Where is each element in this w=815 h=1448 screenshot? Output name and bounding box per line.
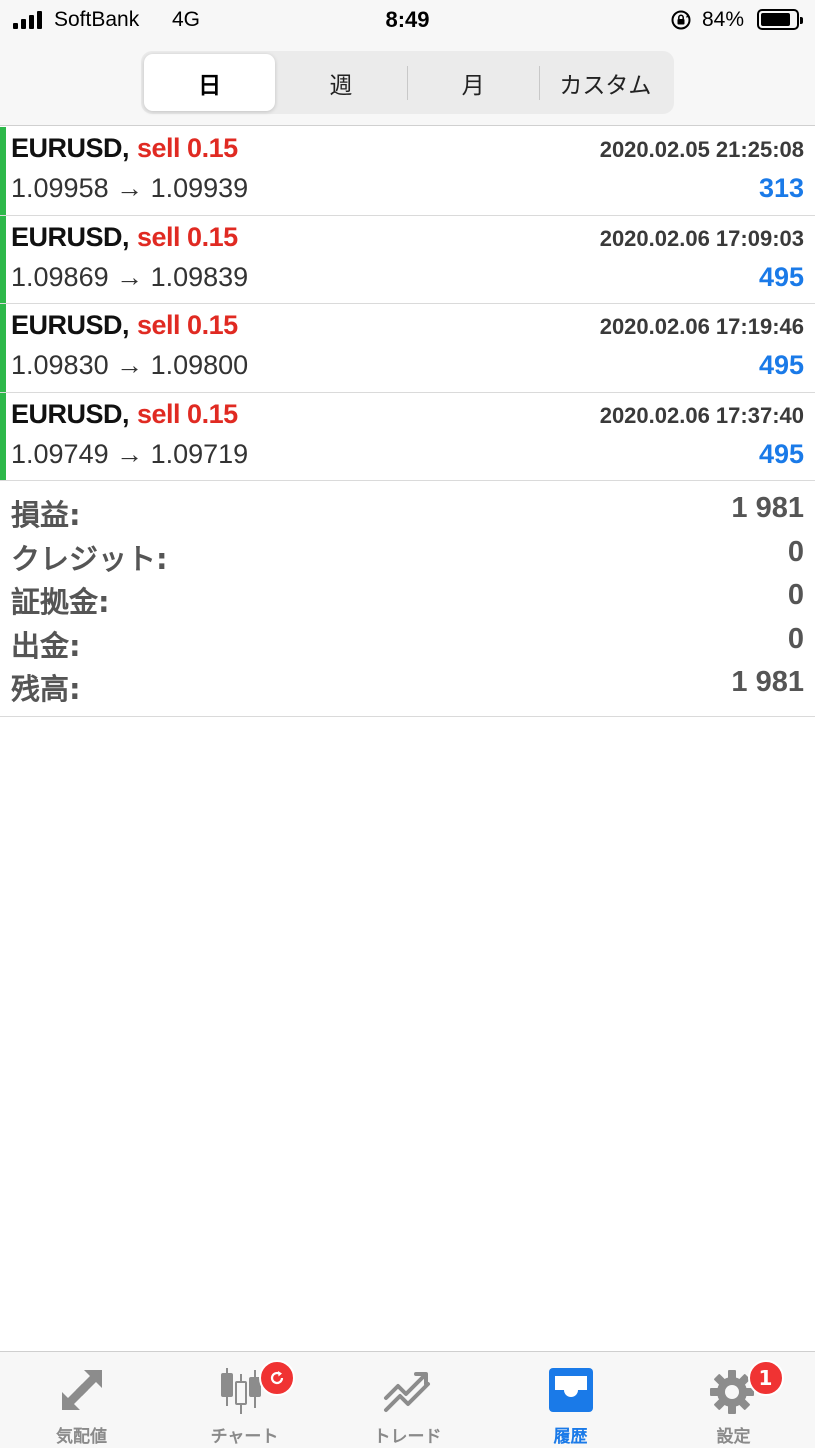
segment-week[interactable]: 週 (275, 54, 406, 111)
deal-time: 2020.02.06 17:09:03 (599, 225, 804, 251)
history-summary: 損益: 1 981 クレジット: 0 証拠金: 0 出金: 0 残高: 1 98… (0, 490, 815, 717)
deal-row[interactable]: EURUSD, sell 0.15 2020.02.05 21:25:08 1.0… (0, 127, 815, 216)
deal-prices: 1.09869 → 1.09839 (11, 261, 249, 292)
deal-side: sell 0.15 (137, 221, 238, 252)
tab-trade[interactable]: トレード (326, 1352, 489, 1448)
deal-symbol: EURUSD, sell 0.15 (11, 310, 238, 340)
deal-side: sell 0.15 (137, 310, 238, 340)
segment-day[interactable]: 日 (144, 54, 276, 111)
summary-label: 出金: (11, 628, 81, 663)
period-segmented-control: 日 週 月 カスタム (141, 51, 674, 114)
tab-label: 設定 (716, 1427, 751, 1447)
tab-label: トレード (373, 1427, 442, 1447)
summary-label: 残高: (11, 672, 81, 706)
battery-icon (757, 9, 803, 30)
status-bar: SoftBank 4G 8:49 84% (0, 0, 815, 40)
summary-label: 損益: (11, 498, 81, 532)
deal-time: 2020.02.06 17:37:40 (599, 402, 804, 428)
battery-percent: 84% (702, 8, 745, 31)
deal-prices: 1.09749 → 1.09719 (11, 438, 249, 469)
deal-accent-bar (0, 304, 6, 392)
deal-symbol: EURUSD, sell 0.15 (11, 133, 238, 163)
deal-accent-bar (0, 215, 6, 303)
quotes-arrows-icon (61, 1370, 102, 1410)
summary-value: 0 (787, 579, 804, 611)
summary-value: 0 (787, 535, 804, 568)
deal-profit: 313 (758, 173, 804, 203)
tab-quotes[interactable]: 気配値 (0, 1352, 163, 1448)
trade-trend-icon (383, 1372, 430, 1412)
deal-row[interactable]: EURUSD, sell 0.15 2020.02.06 17:37:40 1.0… (0, 392, 815, 481)
bottom-tab-bar: 気配値 チャート トレード 履歴 1 設定 (0, 1351, 815, 1448)
summary-row-withdrawal: 出金: 0 (0, 621, 815, 665)
refresh-icon (270, 1371, 283, 1385)
tab-label: 気配値 (56, 1427, 107, 1447)
summary-label: 証拠金: (11, 585, 110, 619)
notification-badge: 1 (747, 1360, 784, 1396)
deal-time: 2020.02.06 17:19:46 (599, 314, 804, 339)
history-inbox-icon (548, 1368, 593, 1412)
deal-profit: 495 (758, 261, 804, 292)
summary-value: 1 981 (731, 666, 804, 698)
segment-month[interactable]: 月 (408, 54, 539, 111)
period-nav: 日 週 月 カスタム (0, 40, 815, 126)
deal-side: sell 0.15 (137, 398, 238, 429)
deal-symbol: EURUSD, sell 0.15 (11, 221, 238, 252)
deal-accent-bar (0, 127, 6, 215)
deal-list: EURUSD, sell 0.15 2020.02.05 21:25:08 1.0… (0, 127, 815, 481)
deal-prices: 1.09958 → 1.09939 (11, 173, 249, 203)
deal-profit: 495 (758, 438, 804, 469)
deal-profit: 495 (758, 350, 804, 380)
rotation-lock-icon (671, 10, 691, 30)
clock: 8:49 (385, 7, 430, 32)
tab-settings[interactable]: 1 設定 (652, 1352, 815, 1448)
tab-history[interactable]: 履歴 (489, 1352, 652, 1448)
summary-row-balance: 残高: 1 981 (0, 664, 815, 708)
tab-label: チャート (210, 1427, 279, 1447)
deal-time: 2020.02.05 21:25:08 (599, 137, 804, 162)
deal-accent-bar (0, 392, 6, 480)
tab-chart[interactable]: チャート (163, 1352, 326, 1448)
summary-value: 0 (787, 622, 804, 655)
deal-side: sell 0.15 (137, 133, 238, 163)
deal-symbol: EURUSD, sell 0.15 (11, 398, 238, 429)
deal-row[interactable]: EURUSD, sell 0.15 2020.02.06 17:19:46 1.0… (0, 304, 815, 393)
refresh-badge (258, 1360, 295, 1396)
tab-label: 履歴 (553, 1427, 588, 1447)
summary-row-deposit: 証拠金: 0 (0, 577, 815, 621)
deal-prices: 1.09830 → 1.09800 (11, 350, 249, 380)
summary-label: クレジット: (11, 541, 168, 576)
segment-custom[interactable]: カスタム (540, 54, 671, 111)
summary-row-profit: 損益: 1 981 (0, 490, 815, 534)
deal-row[interactable]: EURUSD, sell 0.15 2020.02.06 17:09:03 1.0… (0, 215, 815, 304)
summary-value: 1 981 (731, 492, 804, 524)
summary-row-credit: クレジット: 0 (0, 534, 815, 578)
